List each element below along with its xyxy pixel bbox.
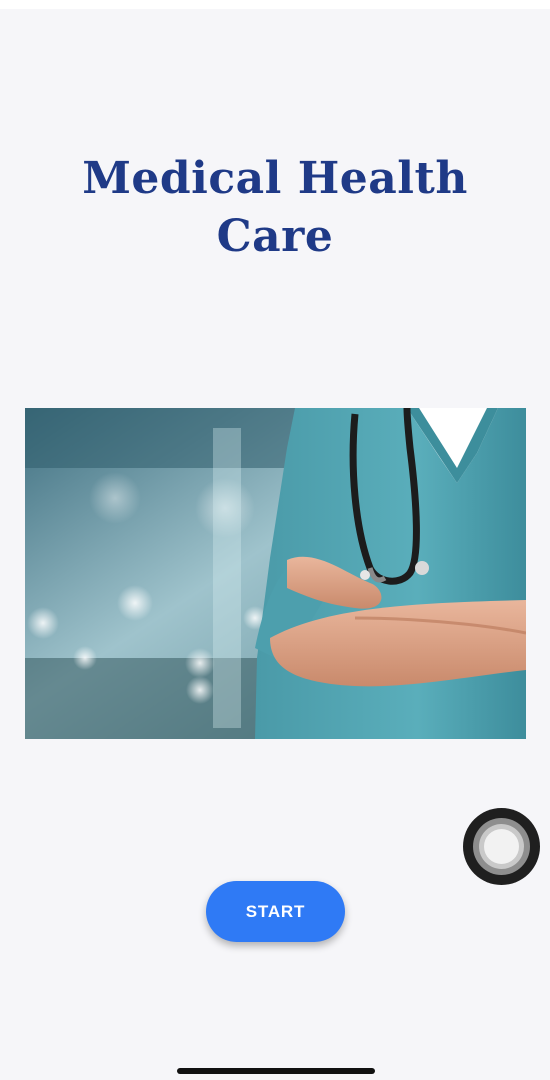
doctor-hero-image [25, 408, 526, 739]
page-title-line-2: Care [216, 211, 334, 262]
assistive-touch-ring-inner [484, 829, 519, 864]
home-indicator[interactable] [177, 1068, 375, 1074]
page-title: Medical Health Care [0, 150, 550, 266]
assistive-touch-icon[interactable] [463, 808, 540, 885]
start-button[interactable]: START [206, 881, 345, 942]
app-screen: Medical Health Care START [0, 0, 550, 1080]
doctor-photo-illustration [25, 408, 526, 739]
page-title-line-1: Medical Health [82, 153, 468, 204]
status-bar [0, 0, 550, 9]
